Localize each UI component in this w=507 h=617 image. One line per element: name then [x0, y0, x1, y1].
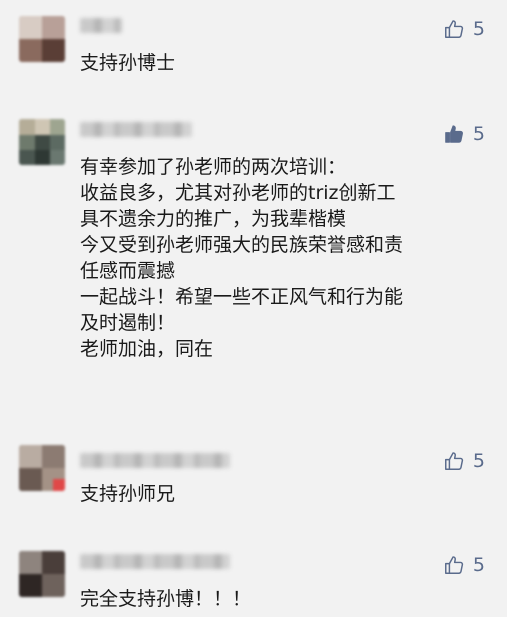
like-count: 5 — [472, 554, 485, 576]
thumbs-up-outline-icon — [443, 450, 465, 472]
like-count: 5 — [472, 123, 485, 145]
comment-text-line: 老师加油，同在 — [80, 338, 214, 360]
author-name[interactable] — [80, 18, 122, 33]
comment-text: 支持孙师兄 — [80, 483, 176, 505]
comment-text-line: 有幸参加了孙老师的两次培训： — [80, 156, 347, 178]
like-button[interactable]: 5 — [443, 123, 485, 145]
comment-text-line: 任感而震撼 — [80, 260, 176, 282]
comment-text-line: 一起战斗！希望一些不正风气和行为能 — [80, 286, 404, 308]
like-button[interactable]: 5 — [443, 18, 485, 40]
comment-text-line: 今又受到孙老师强大的民族荣誉感和责 — [80, 234, 404, 256]
thumbs-up-outline-icon — [443, 554, 465, 576]
avatar[interactable] — [19, 445, 65, 491]
comment-text-line: 及时遏制！ — [80, 312, 176, 334]
like-count: 5 — [472, 18, 485, 40]
like-button[interactable]: 5 — [443, 450, 485, 472]
comment-text: 有幸参加了孙老师的两次培训： 收益良多，尤其对孙老师的triz创新工 具不遗余力的推… — [80, 154, 403, 362]
comment-text: 完全支持孙博！！！ — [80, 588, 252, 610]
author-name[interactable] — [80, 554, 230, 569]
comment-text-line: 具不遗余力的推广，为我辈楷模 — [80, 208, 347, 230]
author-name[interactable] — [80, 453, 230, 468]
avatar[interactable] — [19, 119, 65, 165]
thumbs-up-filled-icon — [443, 123, 465, 145]
avatar[interactable] — [19, 16, 65, 62]
like-button[interactable]: 5 — [443, 554, 485, 576]
comment-text: 支持孙博士 — [80, 52, 176, 74]
author-name[interactable] — [80, 122, 192, 137]
like-count: 5 — [472, 450, 485, 472]
avatar[interactable] — [19, 551, 65, 597]
thumbs-up-outline-icon — [443, 18, 465, 40]
comment-text-line: 收益良多，尤其对孙老师的triz创新工 — [80, 182, 396, 204]
